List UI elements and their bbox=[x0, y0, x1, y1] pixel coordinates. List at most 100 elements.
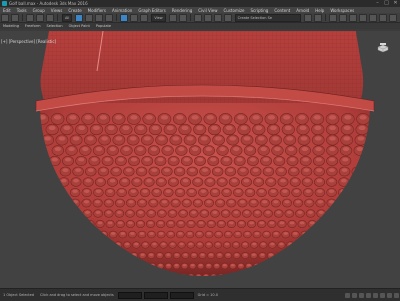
render-setup-icon[interactable] bbox=[368, 13, 377, 22]
select-manipulate-icon[interactable] bbox=[178, 13, 187, 22]
dimple-highlight bbox=[300, 136, 308, 141]
dimple-highlight bbox=[201, 210, 207, 214]
x-coordinate-field[interactable] bbox=[117, 291, 142, 299]
select-object-icon[interactable] bbox=[75, 13, 84, 22]
toolbar-divider bbox=[189, 14, 191, 21]
dimple-highlight bbox=[255, 178, 262, 183]
maximize-viewport-icon[interactable] bbox=[394, 292, 399, 298]
render-production-icon[interactable] bbox=[388, 13, 397, 22]
dimple-highlight bbox=[344, 115, 352, 120]
rendered-frame-window-icon[interactable] bbox=[378, 13, 387, 22]
tab-modeling[interactable]: Modeling bbox=[3, 24, 19, 28]
orbit-icon[interactable] bbox=[387, 292, 392, 298]
material-editor-icon[interactable] bbox=[358, 13, 367, 22]
dimple-highlight bbox=[214, 263, 219, 267]
go-to-start-icon[interactable] bbox=[359, 292, 364, 298]
window-crossing-icon[interactable] bbox=[105, 13, 114, 22]
reference-coordinate-dropdown[interactable]: View bbox=[151, 13, 166, 22]
dimple-highlight bbox=[110, 232, 116, 235]
dimple-highlight bbox=[130, 115, 138, 120]
dimple-highlight bbox=[169, 210, 175, 214]
menu-help[interactable]: Help bbox=[315, 8, 324, 13]
undo-icon[interactable] bbox=[1, 13, 9, 22]
snaps-toggle-icon[interactable] bbox=[193, 13, 202, 22]
app-icon[interactable] bbox=[2, 1, 7, 6]
perspective-viewport[interactable] bbox=[0, 31, 400, 288]
menu-civil-view[interactable]: Civil View bbox=[198, 8, 217, 13]
menu-graph-editors[interactable]: Graph Editors bbox=[138, 8, 165, 13]
tab-populate[interactable]: Populate bbox=[96, 24, 111, 28]
set-key-button[interactable] bbox=[352, 292, 357, 298]
link-icon[interactable] bbox=[26, 13, 34, 22]
maximize-button[interactable]: □ bbox=[382, 0, 391, 7]
menu-rendering[interactable]: Rendering bbox=[172, 8, 192, 13]
golf-ball-model[interactable] bbox=[0, 31, 400, 288]
auto-key-button[interactable] bbox=[345, 292, 350, 298]
select-rotate-icon[interactable] bbox=[130, 13, 139, 22]
dimple-highlight bbox=[143, 242, 148, 246]
angle-snap-icon[interactable] bbox=[203, 13, 212, 22]
select-by-name-icon[interactable] bbox=[85, 13, 94, 22]
dimple-highlight bbox=[200, 136, 208, 141]
pivot-center-icon[interactable] bbox=[168, 13, 177, 22]
dimple-highlight bbox=[61, 178, 67, 183]
menu-views[interactable]: Views bbox=[51, 8, 63, 13]
menu-create[interactable]: Create bbox=[68, 8, 81, 13]
zoom-icon[interactable] bbox=[380, 292, 385, 298]
selection-filter-dropdown[interactable]: All bbox=[62, 13, 73, 22]
select-scale-icon[interactable] bbox=[140, 13, 149, 22]
spinner-snap-icon[interactable] bbox=[223, 13, 232, 22]
menu-modifiers[interactable]: Modifiers bbox=[88, 8, 106, 13]
y-coordinate-field[interactable] bbox=[143, 291, 168, 299]
dimple-highlight bbox=[208, 221, 214, 225]
unlink-icon[interactable] bbox=[36, 13, 44, 22]
percent-snap-icon[interactable] bbox=[213, 13, 222, 22]
dimple-highlight bbox=[303, 168, 310, 173]
mirror-icon[interactable] bbox=[303, 13, 312, 22]
dimple-highlight bbox=[170, 242, 175, 246]
dimple-highlight bbox=[236, 157, 243, 162]
dimple-highlight bbox=[328, 115, 337, 120]
dimple-highlight bbox=[279, 221, 285, 225]
z-coordinate-field[interactable] bbox=[169, 291, 194, 299]
menu-arnold[interactable]: Arnold bbox=[296, 8, 309, 13]
close-button[interactable]: ✕ bbox=[391, 0, 400, 7]
dimple-highlight bbox=[234, 274, 238, 276]
go-to-end-icon[interactable] bbox=[373, 292, 378, 298]
layer-explorer-icon[interactable] bbox=[328, 13, 337, 22]
menu-content[interactable]: Content bbox=[274, 8, 290, 13]
dimple-highlight bbox=[138, 168, 145, 173]
rectangle-selection-icon[interactable] bbox=[95, 13, 104, 22]
dimple-highlight bbox=[304, 178, 311, 183]
menu-group[interactable]: Group bbox=[33, 8, 45, 13]
schematic-view-icon[interactable] bbox=[348, 13, 357, 22]
dimple-highlight bbox=[210, 157, 217, 162]
dimple-highlight bbox=[315, 157, 323, 162]
dimple-highlight bbox=[106, 242, 112, 246]
dimple-highlight bbox=[132, 253, 137, 256]
menu-edit[interactable]: Edit bbox=[3, 8, 11, 13]
tab-object-paint[interactable]: Object Paint bbox=[69, 24, 90, 28]
tab-freeform[interactable]: Freeform bbox=[25, 24, 41, 28]
select-move-icon[interactable] bbox=[120, 13, 129, 22]
align-icon[interactable] bbox=[313, 13, 322, 22]
dimple-highlight bbox=[190, 263, 195, 267]
menu-animation[interactable]: Animation bbox=[112, 8, 132, 13]
dimple-highlight bbox=[314, 125, 322, 131]
redo-icon[interactable] bbox=[11, 13, 19, 22]
menu-scripting[interactable]: Scripting bbox=[251, 8, 269, 13]
menu-tools[interactable]: Tools bbox=[17, 8, 27, 13]
minimize-button[interactable]: – bbox=[373, 0, 382, 7]
tab-selection[interactable]: Selection bbox=[47, 24, 63, 28]
dimple-highlight bbox=[188, 221, 194, 225]
viewcube-icon[interactable] bbox=[376, 43, 390, 53]
play-icon[interactable] bbox=[366, 292, 371, 298]
menu-workspaces[interactable]: Workspaces bbox=[330, 8, 354, 13]
dimple-highlight bbox=[225, 125, 233, 131]
curve-editor-icon[interactable] bbox=[338, 13, 347, 22]
dimple-highlight bbox=[259, 221, 265, 225]
named-selection-set-dropdown[interactable]: Create Selection Se bbox=[234, 13, 301, 22]
bind-space-warp-icon[interactable] bbox=[46, 13, 54, 22]
menu-customize[interactable]: Customize bbox=[224, 8, 245, 13]
viewport-label[interactable]: [+] [Perspective] [Realistic] bbox=[1, 39, 56, 44]
